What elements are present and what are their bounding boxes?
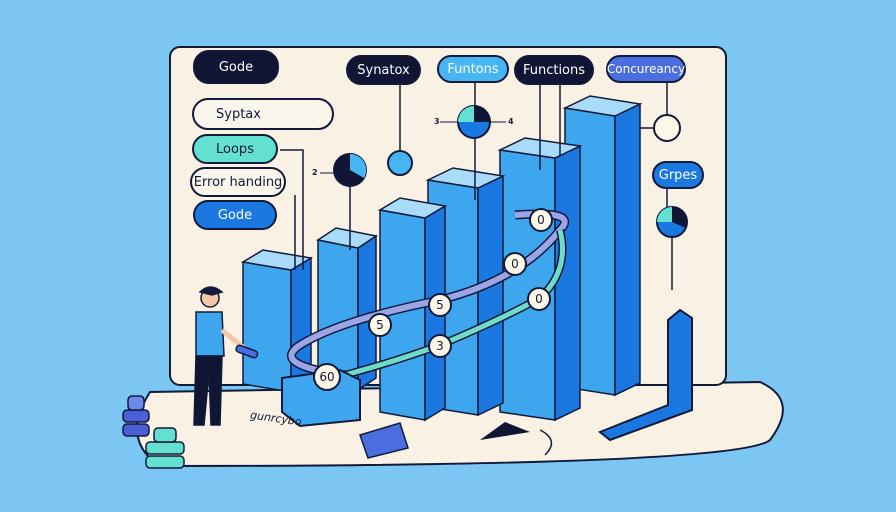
bar-3d <box>614 102 641 397</box>
refresh-icon <box>653 114 681 142</box>
marker-circle <box>387 150 413 176</box>
label-grpes: Grpes <box>652 161 704 189</box>
label-loops: Loops <box>192 134 278 164</box>
pie-tick-left: 2 <box>312 168 318 177</box>
bar-3d <box>477 174 504 417</box>
label-error-handling: Error handing <box>190 167 286 197</box>
path-marker: 5 <box>368 313 392 337</box>
label-code-top: Gode <box>193 50 279 84</box>
path-marker: 0 <box>529 208 553 232</box>
bar-3d <box>242 261 292 393</box>
label-code-blue: Gode <box>193 200 277 230</box>
label-funtons: Funtons <box>437 55 509 83</box>
pie-chart-right <box>656 206 688 238</box>
pie-tick-top-right: 4 <box>508 117 514 126</box>
pie-tick-top-left: 3 <box>434 117 440 126</box>
label-syptax: Syptax <box>192 98 334 130</box>
path-marker: 3 <box>428 334 452 358</box>
label-functions: Functions <box>514 55 594 85</box>
path-marker: 5 <box>428 293 452 317</box>
path-marker: 60 <box>313 363 341 391</box>
label-concurrency: Concureancy <box>606 55 686 83</box>
bar-3d <box>554 144 581 422</box>
label-syntax-top: Synatox <box>346 55 421 85</box>
path-marker: 0 <box>527 287 551 311</box>
path-marker: 0 <box>503 252 527 276</box>
